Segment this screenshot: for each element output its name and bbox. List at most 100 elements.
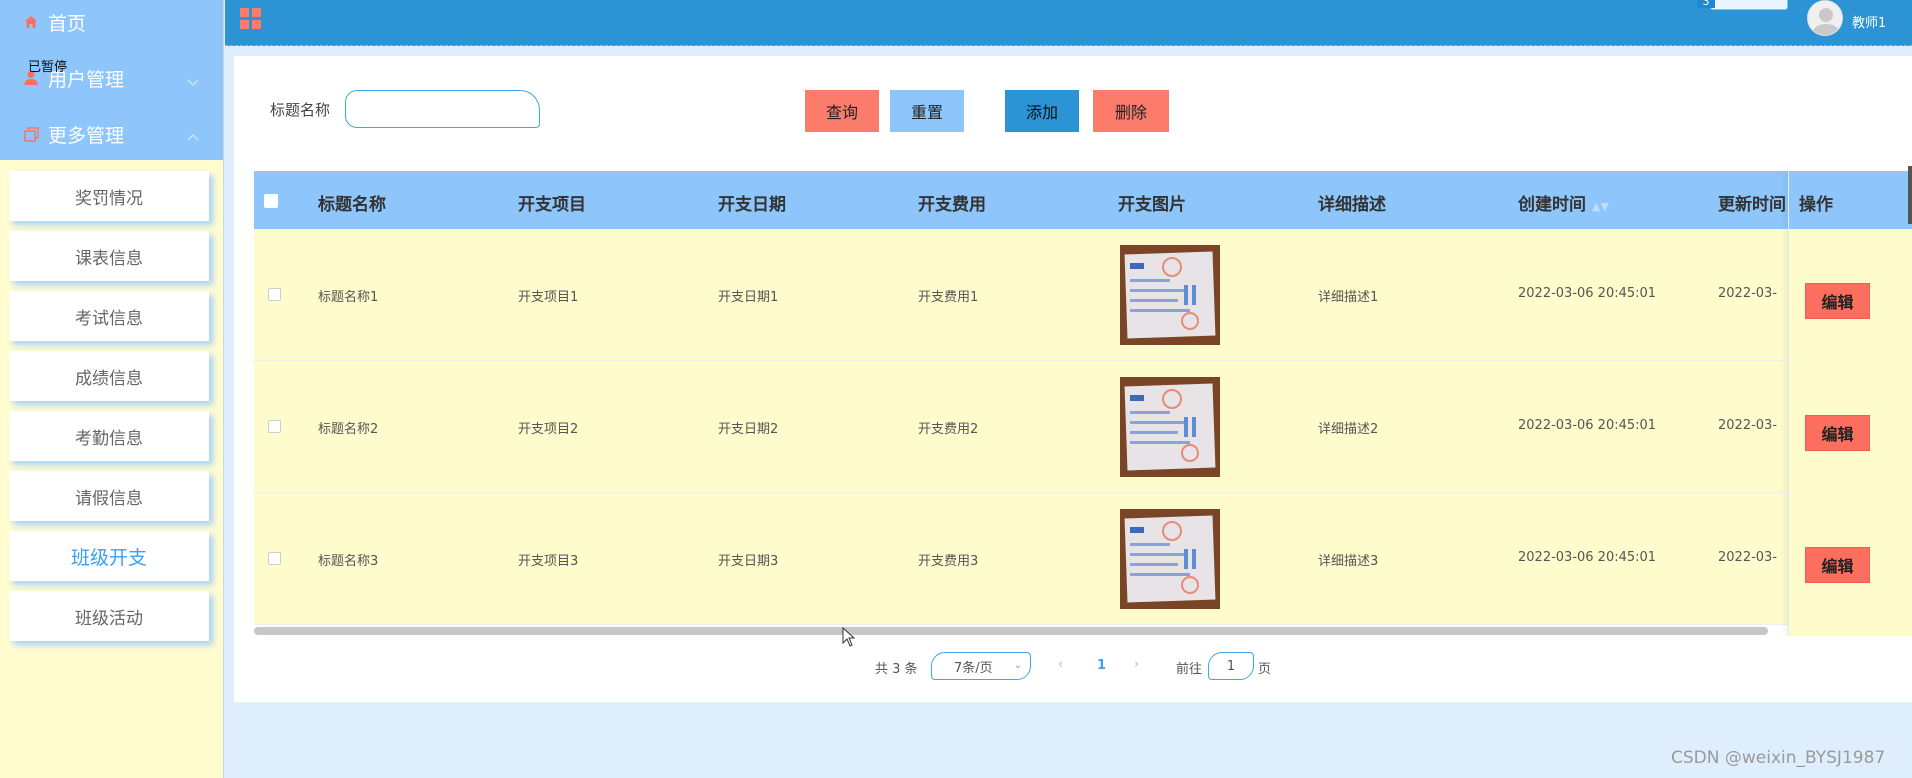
row-checkbox[interactable] (268, 420, 281, 433)
expense-image[interactable] (1120, 245, 1220, 345)
expense-image[interactable] (1120, 509, 1220, 609)
column-header: 开支图片 (1118, 195, 1186, 215)
top-header: 3 教师1 (225, 0, 1912, 46)
edit-button[interactable]: 编辑 (1805, 283, 1870, 319)
action-column-header: 操作 (1789, 171, 1912, 229)
cell-description: 详细描述3 (1318, 554, 1379, 569)
sidebar-item-more-management[interactable]: 更多管理 (0, 106, 224, 162)
sidebar-item-home[interactable]: 首页 (0, 0, 224, 50)
page-number-current[interactable]: 1 (1097, 658, 1106, 673)
page-size-value: 7条/页 (954, 660, 993, 676)
sidebar-subitem-rewards[interactable]: 奖罚情况 (9, 171, 209, 221)
cell-item: 开支项目2 (518, 422, 579, 437)
delete-button[interactable]: 删除 (1093, 90, 1169, 132)
sidebar: 首页 用户管理 已暂停 更多管理 奖罚情况 课表信息 考试信息 成绩信息 考勤信… (0, 0, 224, 778)
column-header-sortable[interactable]: 创建时间 ▲▼ (1518, 190, 1609, 215)
sidebar-subitem-label: 课表信息 (75, 248, 143, 269)
cell-item: 开支项目3 (518, 554, 579, 569)
cell-cost: 开支费用3 (918, 554, 979, 569)
sidebar-item-label: 首页 (48, 12, 87, 35)
edit-button[interactable]: 编辑 (1805, 547, 1870, 583)
column-header-label: 创建时间 (1518, 195, 1586, 215)
column-header: 详细描述 (1318, 195, 1386, 215)
column-header: 更新时间 (1718, 195, 1786, 215)
sort-icon[interactable]: ▲▼ (1592, 200, 1609, 213)
cell-title: 标题名称3 (318, 554, 379, 569)
notification-badge[interactable]: 3 (1697, 0, 1788, 10)
edit-button[interactable]: 编辑 (1805, 415, 1870, 451)
reset-button[interactable]: 重置 (890, 90, 964, 132)
goto-label: 前往 (1176, 662, 1203, 677)
sidebar-subitem-label: 班级活动 (75, 608, 143, 629)
cell-item: 开支项目1 (518, 290, 579, 305)
sidebar-subitem-label: 请假信息 (75, 488, 143, 509)
sidebar-subitem-class-activity[interactable]: 班级活动 (9, 591, 209, 641)
cell-description: 详细描述2 (1318, 422, 1379, 437)
overlay-text: 已暂停 (28, 60, 68, 75)
cell-updated: 2022-03- (1718, 286, 1778, 301)
copy-icon (22, 125, 40, 143)
table-header: 标题名称 开支项目 开支日期 开支费用 开支图片 详细描述 创建时间 ▲▼ 更新时… (254, 171, 1912, 229)
column-header: 开支费用 (918, 195, 986, 215)
next-page-icon[interactable]: › (1134, 657, 1139, 672)
cell-title: 标题名称2 (318, 422, 379, 437)
goto-page-input[interactable] (1208, 652, 1254, 680)
prev-page-icon[interactable]: ‹ (1058, 657, 1063, 672)
cell-description: 详细描述1 (1318, 290, 1379, 305)
chevron-up-icon (186, 126, 200, 148)
table-row: 标题名称2 开支项目2 开支日期2 开支费用2 详细描述2 2022-03-06… (254, 361, 1912, 493)
column-header: 开支项目 (518, 195, 586, 215)
chevron-down-icon (186, 70, 200, 92)
cell-updated: 2022-03- (1718, 418, 1778, 433)
row-checkbox[interactable] (268, 288, 281, 301)
sidebar-subitem-label: 考勤信息 (75, 428, 143, 449)
mouse-cursor-icon (842, 626, 856, 651)
cell-created: 2022-03-06 20:45:01 (1518, 286, 1657, 301)
cell-cost: 开支费用1 (918, 290, 979, 305)
pagination: 共 3 条 7条/页 ⌄ ‹ 1 › 前往 页 (234, 652, 1912, 682)
sidebar-subitem-label: 班级开支 (70, 546, 147, 569)
cell-created: 2022-03-06 20:45:01 (1518, 550, 1657, 565)
horizontal-scrollbar[interactable] (254, 627, 1768, 635)
chevron-down-icon: ⌄ (1013, 660, 1022, 671)
row-checkbox[interactable] (268, 552, 281, 565)
column-header: 开支日期 (718, 195, 786, 215)
sidebar-subitem-exams[interactable]: 考试信息 (9, 291, 209, 341)
sidebar-subitem-schedule[interactable]: 课表信息 (9, 231, 209, 281)
table-row: 标题名称1 开支项目1 开支日期1 开支费用1 详细描述1 2022-03-06… (254, 229, 1912, 361)
username[interactable]: 教师1 (1852, 12, 1886, 31)
avatar[interactable] (1807, 0, 1843, 36)
grid-icon[interactable] (239, 7, 263, 35)
search-label: 标题名称 (270, 101, 331, 119)
sidebar-subitem-attendance[interactable]: 考勤信息 (9, 411, 209, 461)
home-icon (22, 13, 40, 31)
query-button[interactable]: 查询 (805, 90, 879, 132)
cell-date: 开支日期2 (718, 422, 779, 437)
sidebar-item-label: 更多管理 (48, 124, 125, 147)
sidebar-subitem-leave[interactable]: 请假信息 (9, 471, 209, 521)
action-column: 操作 编辑 编辑 编辑 (1788, 171, 1912, 636)
sidebar-menu-area: 首页 用户管理 已暂停 更多管理 (0, 0, 223, 160)
scroll-indicator[interactable] (1908, 166, 1912, 224)
add-button[interactable]: 添加 (1005, 90, 1079, 132)
sidebar-subitem-grades[interactable]: 成绩信息 (9, 351, 209, 401)
watermark: CSDN @weixin_BYSJ1987 (1671, 748, 1886, 768)
cell-updated: 2022-03- (1718, 550, 1778, 565)
main-panel: 标题名称 查询 重置 添加 删除 标题名称 开支项目 开支日期 开支费用 开支图… (234, 56, 1912, 702)
select-all-checkbox[interactable] (264, 194, 278, 208)
cell-created: 2022-03-06 20:45:01 (1518, 418, 1657, 433)
cell-cost: 开支费用2 (918, 422, 979, 437)
table-row: 标题名称3 开支项目3 开支日期3 开支费用3 详细描述3 2022-03-06… (254, 493, 1912, 625)
total-count: 共 3 条 (875, 662, 918, 677)
sidebar-subitem-label: 奖罚情况 (75, 188, 143, 209)
column-header: 操作 (1799, 195, 1833, 215)
page-suffix: 页 (1258, 662, 1272, 677)
cell-date: 开支日期3 (718, 554, 779, 569)
sidebar-subitem-class-expense[interactable]: 班级开支 (9, 531, 209, 581)
search-input[interactable] (345, 90, 540, 128)
page-size-select[interactable]: 7条/页 ⌄ (931, 652, 1031, 680)
badge-count: 3 (1697, 0, 1715, 8)
cell-title: 标题名称1 (318, 290, 379, 305)
expense-image[interactable] (1120, 377, 1220, 477)
cell-date: 开支日期1 (718, 290, 779, 305)
